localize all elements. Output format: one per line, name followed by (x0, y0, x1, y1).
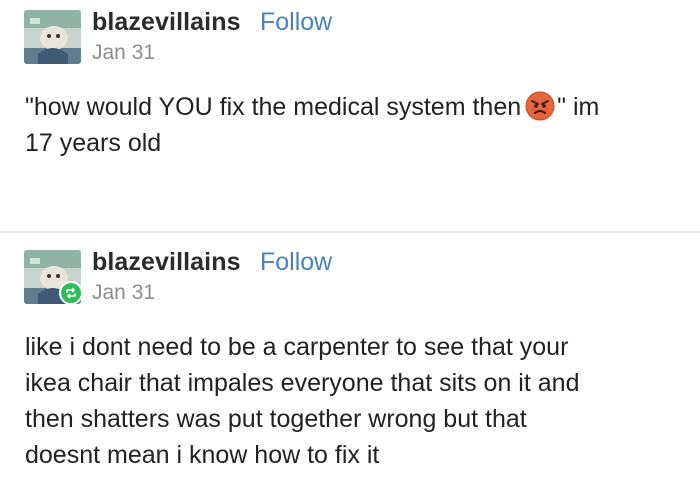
post-body: like i dont need to be a carpenter to se… (25, 329, 685, 473)
post-date[interactable]: Jan 31 (92, 281, 155, 305)
post-1: blazevillains Follow Jan 31 "how would Y… (0, 0, 700, 232)
post-text-line: then shatters was put together wrong but… (25, 405, 527, 433)
post-text-line: doesnt mean i know how to fix it (25, 441, 380, 469)
post-date[interactable]: Jan 31 (92, 41, 155, 65)
reblog-icon (59, 281, 83, 305)
follow-button[interactable]: Follow (260, 8, 332, 37)
post-text-line: like i dont need to be a carpenter to se… (25, 333, 569, 361)
follow-button[interactable]: Follow (260, 248, 332, 277)
post-text-line: ikea chair that impales everyone that si… (25, 369, 580, 397)
angry-face-emoji (525, 91, 555, 121)
post-body: "how would YOU fix the medical system th… (25, 89, 685, 161)
post-text: "how would YOU fix the medical system th… (25, 93, 522, 121)
username[interactable]: blazevillains (92, 248, 241, 277)
post-2: blazevillains Follow Jan 31 like i dont … (0, 233, 700, 491)
post-text-end: " im (557, 93, 600, 121)
post-text-line2: 17 years old (25, 129, 162, 157)
avatar[interactable] (24, 10, 81, 64)
username[interactable]: blazevillains (92, 8, 241, 37)
